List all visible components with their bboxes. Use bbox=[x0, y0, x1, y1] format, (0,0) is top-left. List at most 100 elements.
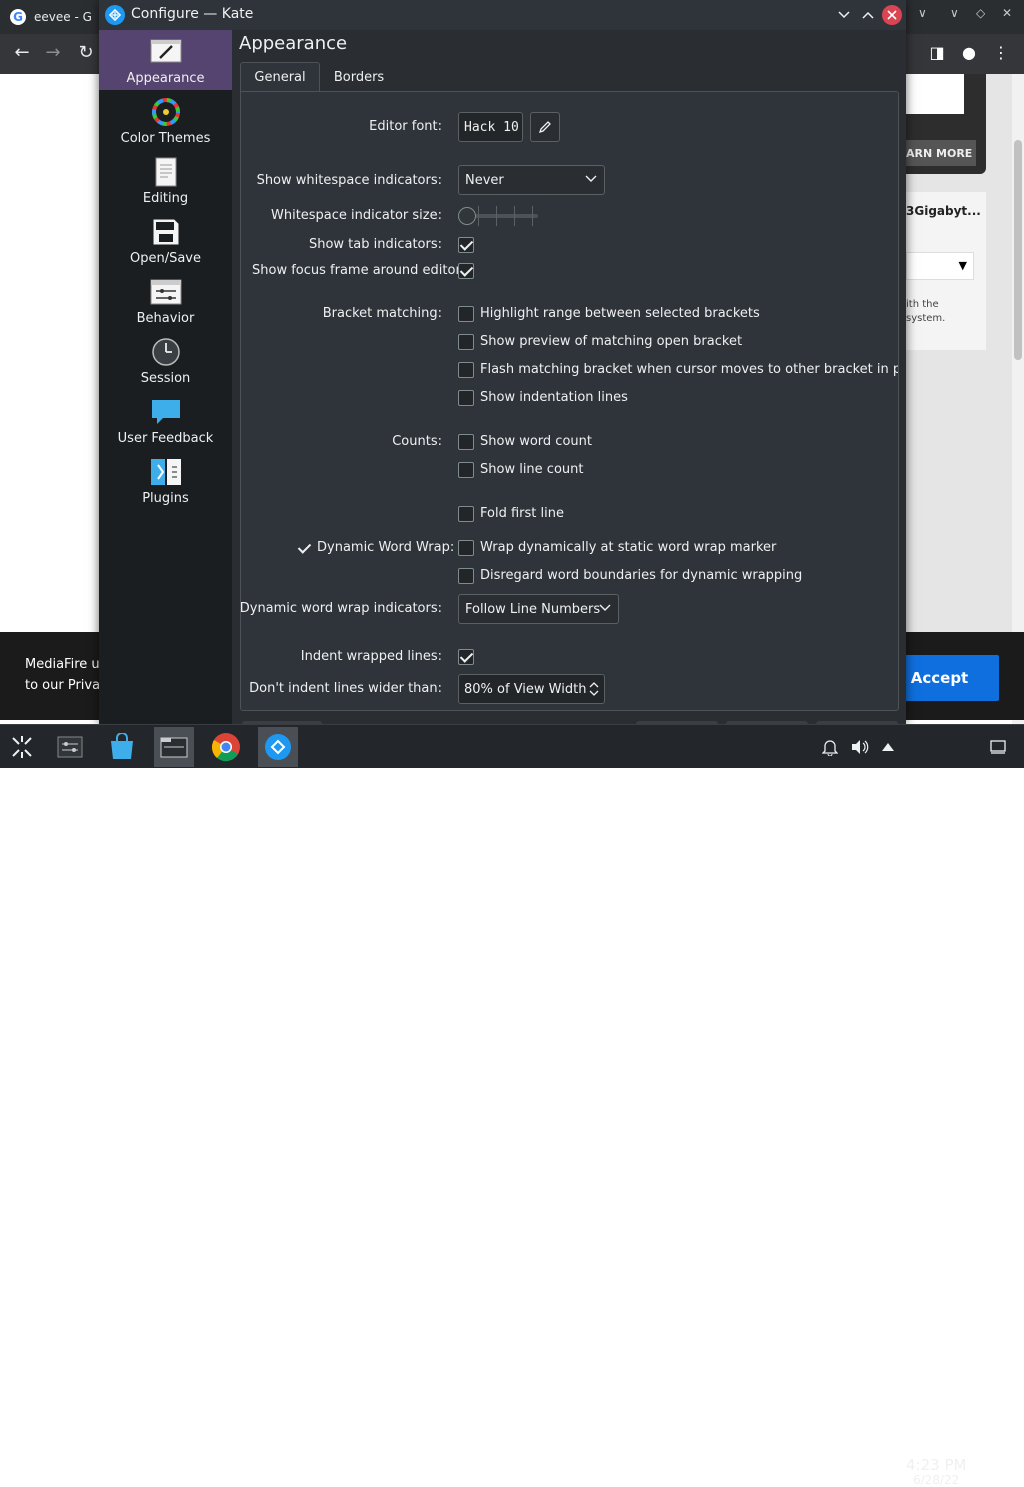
product-note-line1: ith the bbox=[906, 299, 939, 310]
close-icon[interactable]: ✕ bbox=[1002, 6, 1012, 20]
maximize-icon[interactable] bbox=[858, 5, 878, 25]
sidebar-item-label: Editing bbox=[142, 191, 189, 206]
sidebar-item-plugins[interactable]: Plugins bbox=[99, 450, 232, 510]
clock-time[interactable]: 4:23 PM bbox=[906, 1456, 966, 1474]
spin-arrows-icon[interactable] bbox=[588, 680, 600, 698]
line-count-checkbox[interactable] bbox=[458, 462, 474, 478]
product-note: ith the system. bbox=[906, 298, 945, 326]
browser-tab-title: eevee - G bbox=[34, 10, 92, 24]
dialog-titlebar[interactable]: Configure — Kate bbox=[99, 0, 906, 30]
menu-icon[interactable]: ⋮ bbox=[990, 43, 1012, 62]
disregard-boundaries-checkbox[interactable] bbox=[458, 568, 474, 584]
slider-handle[interactable] bbox=[458, 207, 476, 225]
tab-search-icon[interactable]: ∨ bbox=[918, 6, 927, 20]
product-select[interactable]: ▼ bbox=[906, 252, 974, 280]
tab-borders[interactable]: Borders bbox=[320, 62, 398, 92]
indent-wrapped-checkbox[interactable] bbox=[458, 649, 474, 665]
dont-indent-spinbox[interactable]: 80% of View Width bbox=[458, 674, 605, 704]
kate-taskbar-icon[interactable] bbox=[258, 727, 298, 767]
chrome-icon[interactable] bbox=[206, 727, 246, 767]
minimize-icon[interactable] bbox=[834, 5, 854, 25]
configure-dialog: Configure — Kate Appearance Color Themes bbox=[99, 0, 906, 724]
bracket-flash-checkbox[interactable] bbox=[458, 362, 474, 378]
appearance-icon bbox=[150, 36, 182, 68]
sidebar-item-user-feedback[interactable]: User Feedback bbox=[99, 390, 232, 450]
whitespace-value: Never bbox=[465, 172, 504, 188]
cookie-text: MediaFire us to our Privac bbox=[25, 654, 107, 696]
learn-more-button[interactable]: ARN MORE bbox=[906, 140, 976, 166]
discover-store-icon[interactable] bbox=[102, 727, 142, 767]
ws-size-label: Whitespace indicator size: bbox=[270, 208, 442, 223]
chevron-down-icon bbox=[585, 175, 597, 182]
sidebar-item-behavior[interactable]: Behavior bbox=[99, 270, 232, 330]
reload-icon[interactable]: ↻ bbox=[74, 42, 98, 63]
bracket-preview-label[interactable]: Show preview of matching open bracket bbox=[480, 334, 742, 349]
google-icon: G bbox=[10, 9, 26, 25]
focus-frame-checkbox[interactable] bbox=[458, 263, 474, 279]
dialog-title: Configure — Kate bbox=[131, 6, 254, 22]
cookie-text-line2[interactable]: to our Privac bbox=[25, 675, 107, 696]
profile-icon[interactable]: ● bbox=[958, 43, 980, 62]
product-note-line2: system. bbox=[906, 313, 946, 324]
show-desktop-icon[interactable] bbox=[988, 737, 1008, 757]
general-panel: Editor font: Hack 10 Show whitespace ind… bbox=[240, 91, 899, 711]
browser-tab[interactable]: G eevee - G bbox=[10, 4, 100, 30]
sidebar-item-editing[interactable]: Editing bbox=[99, 150, 232, 210]
wrap-indicators-combo[interactable]: Follow Line Numbers bbox=[458, 594, 619, 624]
edit-font-button[interactable] bbox=[530, 112, 560, 142]
dont-indent-value: 80% of View Width bbox=[464, 681, 587, 697]
editor-font-label: Editor font: bbox=[369, 119, 442, 134]
sidebar-item-label: Session bbox=[140, 371, 191, 386]
file-manager-icon[interactable] bbox=[154, 727, 194, 767]
settings-app-icon[interactable] bbox=[50, 727, 90, 767]
indentation-lines-label[interactable]: Show indentation lines bbox=[480, 390, 628, 405]
whitespace-combo[interactable]: Never bbox=[458, 165, 605, 195]
editing-icon bbox=[150, 156, 182, 188]
forward-icon[interactable]: → bbox=[41, 42, 65, 63]
bracket-highlight-checkbox[interactable] bbox=[458, 306, 474, 322]
close-icon[interactable] bbox=[882, 5, 902, 25]
minimize-icon[interactable]: ∨ bbox=[950, 6, 959, 20]
sidebar-item-appearance[interactable]: Appearance bbox=[99, 30, 232, 90]
session-clock-icon bbox=[150, 336, 182, 368]
sidebar-item-session[interactable]: Session bbox=[99, 330, 232, 390]
bracket-preview-checkbox[interactable] bbox=[458, 334, 474, 350]
kate-icon bbox=[105, 5, 125, 25]
tab-general[interactable]: General bbox=[240, 62, 320, 92]
plugins-icon bbox=[150, 456, 182, 488]
pencil-icon bbox=[538, 121, 551, 134]
editor-font-field[interactable]: Hack 10 bbox=[458, 112, 523, 142]
show-tab-checkbox[interactable] bbox=[458, 237, 474, 253]
sidebar-toggle-icon[interactable]: ◨ bbox=[926, 43, 948, 62]
wrap-static-marker-checkbox[interactable] bbox=[458, 540, 474, 556]
bracket-flash-label[interactable]: Flash matching bracket when cursor moves… bbox=[480, 362, 898, 377]
counts-label: Counts: bbox=[392, 434, 442, 449]
sidebar-item-label: Color Themes bbox=[120, 131, 211, 146]
fold-first-line-label[interactable]: Fold first line bbox=[480, 506, 564, 521]
sidebar-item-color-themes[interactable]: Color Themes bbox=[99, 90, 232, 150]
color-themes-icon bbox=[150, 96, 182, 128]
disregard-boundaries-label[interactable]: Disregard word boundaries for dynamic wr… bbox=[480, 568, 802, 583]
indentation-lines-checkbox[interactable] bbox=[458, 390, 474, 406]
word-count-checkbox[interactable] bbox=[458, 434, 474, 450]
bracket-highlight-label[interactable]: Highlight range between selected bracket… bbox=[480, 306, 760, 321]
promo-card-inner bbox=[906, 74, 964, 114]
fold-first-line-checkbox[interactable] bbox=[458, 506, 474, 522]
page-scrollbar-thumb[interactable] bbox=[1014, 140, 1022, 360]
volume-icon[interactable] bbox=[850, 737, 870, 757]
line-count-label[interactable]: Show line count bbox=[480, 462, 583, 477]
sidebar-item-open-save[interactable]: Open/Save bbox=[99, 210, 232, 270]
maximize-icon[interactable]: ◇ bbox=[976, 6, 985, 20]
wrap-static-marker-label[interactable]: Wrap dynamically at static word wrap mar… bbox=[480, 540, 776, 555]
back-icon[interactable]: ← bbox=[10, 42, 34, 63]
whitespace-label: Show whitespace indicators: bbox=[256, 173, 442, 188]
word-count-label[interactable]: Show word count bbox=[480, 434, 592, 449]
ws-size-slider[interactable] bbox=[458, 206, 540, 226]
dynamic-wrap-checkbox[interactable] bbox=[296, 540, 312, 556]
notification-bell-icon[interactable] bbox=[820, 737, 840, 757]
clock-date[interactable]: 6/28/22 bbox=[913, 1473, 959, 1487]
dynamic-wrap-label[interactable]: Dynamic Word Wrap: bbox=[317, 540, 454, 555]
wrap-indicators-value: Follow Line Numbers bbox=[465, 601, 601, 617]
tray-expand-icon[interactable] bbox=[878, 737, 898, 757]
app-launcher-icon[interactable] bbox=[2, 727, 42, 767]
